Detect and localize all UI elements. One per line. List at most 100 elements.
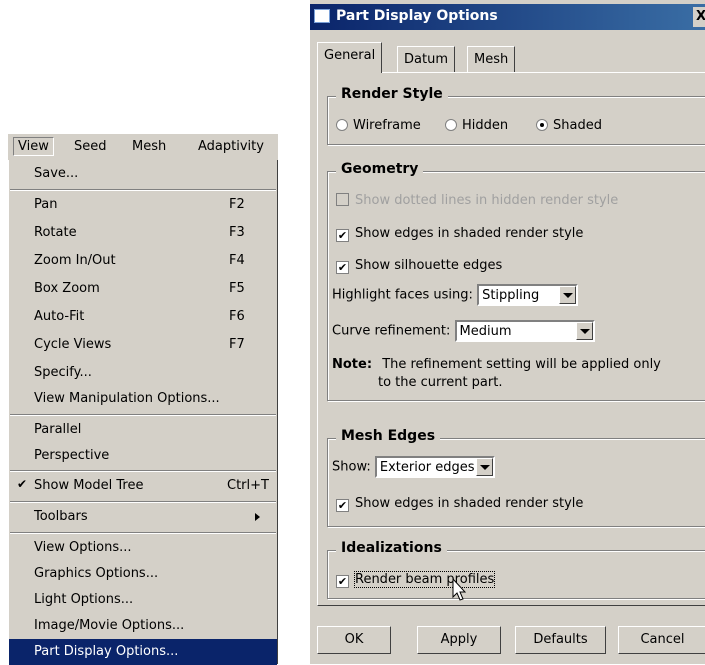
- menu-item-perspective[interactable]: Perspective: [9, 443, 277, 469]
- menu-item-cycle-views[interactable]: Cycle Views F7: [9, 332, 277, 358]
- radio-label: Shaded: [553, 118, 602, 133]
- menu-item-box-zoom[interactable]: Box Zoom F5: [9, 276, 277, 302]
- radio-button[interactable]: [445, 119, 457, 131]
- menu-item-view-options[interactable]: View Options...: [9, 535, 277, 561]
- checkbox-beam-profiles[interactable]: ✔ Render beam profiles: [336, 571, 496, 588]
- menu-item-pan[interactable]: Pan F2: [9, 192, 277, 218]
- menu-item-show-model-tree[interactable]: ✔ Show Model Tree Ctrl+T: [9, 473, 277, 499]
- tab-general[interactable]: General: [317, 42, 383, 73]
- menu-item-label: View Manipulation Options...: [34, 391, 220, 406]
- radio-wireframe[interactable]: Wireframe: [336, 118, 421, 133]
- menu-seed[interactable]: Seed: [74, 139, 107, 154]
- idealizations-group: Idealizations ✔ Render beam profiles: [327, 540, 705, 599]
- tab-datum[interactable]: Datum: [397, 46, 455, 72]
- menu-item-shortcut: F3: [229, 225, 245, 240]
- select-value: Medium: [459, 324, 512, 339]
- checkbox[interactable]: ✔: [336, 229, 349, 242]
- select-value: Stippling: [482, 288, 540, 303]
- ok-button[interactable]: OK: [317, 626, 391, 654]
- menu-item-rotate[interactable]: Rotate F3: [9, 220, 277, 246]
- defaults-button[interactable]: Defaults: [515, 626, 606, 654]
- menu-item-shortcut: F4: [229, 253, 245, 268]
- curve-refinement-select[interactable]: Medium: [454, 320, 595, 342]
- menu-item-auto-fit[interactable]: Auto-Fit F6: [9, 304, 277, 330]
- menu-adaptivity[interactable]: Adaptivity: [198, 139, 264, 154]
- menu-item-label: Graphics Options...: [34, 566, 159, 581]
- menu-item-label: Show Model Tree: [34, 478, 144, 493]
- checkbox: [336, 193, 349, 206]
- mesh-edges-group: Mesh Edges Show: Exterior edges ✔ Show ed…: [327, 428, 705, 527]
- radio-hidden[interactable]: Hidden: [445, 118, 508, 133]
- curve-refinement-label: Curve refinement:: [332, 323, 451, 339]
- menu-mesh[interactable]: Mesh: [132, 139, 166, 154]
- checkbox-dotted-lines: Show dotted lines in hidden render style: [336, 193, 618, 208]
- menu-separator: [10, 189, 276, 191]
- select-value: Exterior edges: [379, 460, 475, 475]
- mesh-show-select[interactable]: Exterior edges: [374, 456, 495, 478]
- menu-item-part-display-options[interactable]: Part Display Options...: [9, 639, 277, 665]
- tab-mesh[interactable]: Mesh: [467, 46, 516, 72]
- idealizations-legend: Idealizations: [336, 540, 447, 556]
- menu-item-parallel[interactable]: Parallel: [9, 417, 277, 443]
- cancel-button[interactable]: Cancel: [618, 626, 705, 654]
- apply-button[interactable]: Apply: [417, 626, 501, 654]
- note-line-2: to the current part.: [378, 375, 503, 390]
- menu-item-specify[interactable]: Specify...: [9, 360, 277, 386]
- menu-item-save[interactable]: Save...: [9, 161, 277, 187]
- render-style-legend: Render Style: [336, 86, 448, 102]
- geometry-legend: Geometry: [336, 161, 424, 177]
- note: Note: The refinement setting will be app…: [332, 357, 661, 372]
- submenu-arrow-icon: [255, 513, 260, 521]
- menu-separator: [10, 470, 276, 472]
- radio-button[interactable]: [336, 119, 348, 131]
- checkbox-mesh-edges-shaded[interactable]: ✔ Show edges in shaded render style: [336, 496, 583, 512]
- dialog-title-bar[interactable]: Part Display Options X: [310, 4, 705, 30]
- menu-item-toolbars[interactable]: Toolbars: [9, 504, 277, 530]
- checkbox-edges-shaded[interactable]: ✔ Show edges in shaded render style: [336, 226, 583, 242]
- menu-item-label: Box Zoom: [34, 281, 100, 296]
- menu-view[interactable]: View: [13, 137, 54, 156]
- radio-button[interactable]: [536, 119, 548, 131]
- menu-item-label: Part Display Options...: [34, 644, 179, 659]
- menu-separator: [10, 414, 276, 416]
- menu-item-label: Parallel: [34, 422, 82, 437]
- menu-item-shortcut: Ctrl+T: [227, 478, 269, 493]
- chevron-down-icon[interactable]: [559, 286, 577, 304]
- menu-item-label: Light Options...: [34, 592, 134, 607]
- menu-item-image-movie-options[interactable]: Image/Movie Options...: [9, 613, 277, 639]
- geometry-group: Geometry Show dotted lines in hidden ren…: [327, 161, 705, 401]
- chevron-down-icon[interactable]: [475, 458, 493, 476]
- menu-bar: View Seed Mesh Adaptivity: [8, 133, 278, 160]
- dialog-title: Part Display Options: [336, 8, 498, 24]
- menu-item-label: Perspective: [34, 448, 110, 463]
- checkbox-silhouette[interactable]: ✔ Show silhouette edges: [336, 258, 502, 274]
- menu-item-label: Zoom In/Out: [34, 253, 116, 268]
- part-display-options-dialog: Part Display Options X General Datum Mes…: [308, 0, 705, 664]
- radio-shaded[interactable]: Shaded: [536, 118, 602, 133]
- checkbox-label: Show edges in shaded render style: [355, 226, 584, 241]
- highlight-select[interactable]: Stippling: [477, 284, 579, 306]
- menu-item-light-options[interactable]: Light Options...: [9, 587, 277, 613]
- window-icon: [314, 9, 330, 23]
- checkbox[interactable]: ✔: [336, 575, 349, 588]
- menu-item-shortcut: F5: [229, 281, 245, 296]
- chevron-down-icon[interactable]: [575, 322, 593, 340]
- checkbox[interactable]: ✔: [336, 261, 349, 274]
- menu-item-shortcut: F7: [229, 337, 245, 352]
- menu-item-shortcut: F2: [229, 197, 245, 212]
- checkbox-label: Render beam profiles: [353, 571, 496, 588]
- render-style-group: Render Style Wireframe Hidden Shaded: [327, 86, 705, 145]
- close-button[interactable]: X: [693, 7, 705, 27]
- menu-item-label: Pan: [34, 197, 58, 212]
- menu-item-graphics-options[interactable]: Graphics Options...: [9, 561, 277, 587]
- mesh-show-label: Show:: [332, 459, 371, 475]
- menu-item-label: Image/Movie Options...: [34, 618, 185, 633]
- general-tab-panel: Render Style Wireframe Hidden Shaded Geo…: [317, 72, 705, 606]
- mesh-show-row: Show: Exterior edges: [332, 456, 495, 478]
- menu-item-label: Cycle Views: [34, 337, 112, 352]
- checkbox[interactable]: ✔: [336, 499, 349, 512]
- menu-item-label: Auto-Fit: [34, 309, 85, 324]
- menu-item-view-manipulation[interactable]: View Manipulation Options...: [9, 386, 277, 412]
- radio-label: Hidden: [462, 118, 509, 133]
- menu-item-zoom[interactable]: Zoom In/Out F4: [9, 248, 277, 274]
